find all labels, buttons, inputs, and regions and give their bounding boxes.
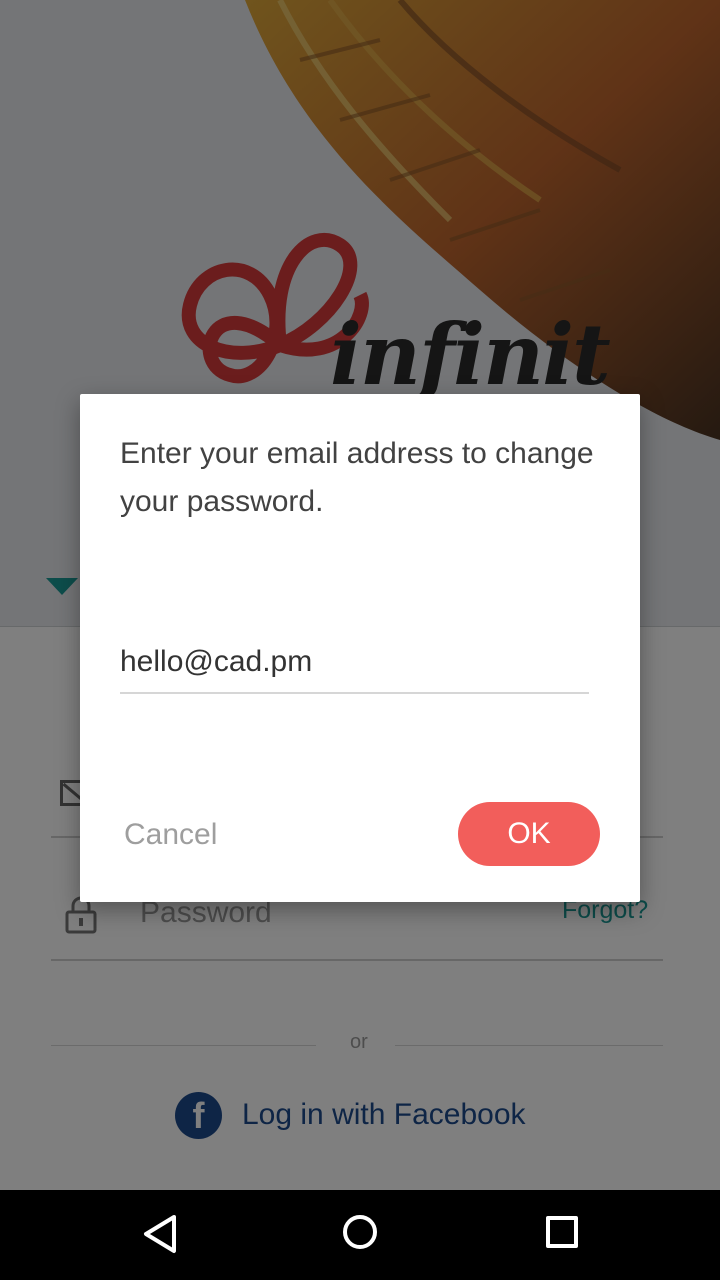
recents-square-icon[interactable]	[546, 1216, 578, 1248]
ok-button[interactable]: OK	[458, 802, 600, 866]
email-input[interactable]	[120, 632, 589, 694]
system-navigation-bar	[0, 1190, 720, 1280]
back-triangle-icon[interactable]	[142, 1214, 178, 1254]
cancel-button[interactable]: Cancel	[120, 810, 221, 860]
home-circle-icon[interactable]	[343, 1215, 377, 1249]
dialog-message: Enter your email address to change your …	[120, 437, 594, 518]
reset-password-dialog: Enter your email address to change your …	[80, 394, 640, 902]
login-screen: infinit Password Forgot? or f Log in wit…	[0, 0, 720, 1190]
